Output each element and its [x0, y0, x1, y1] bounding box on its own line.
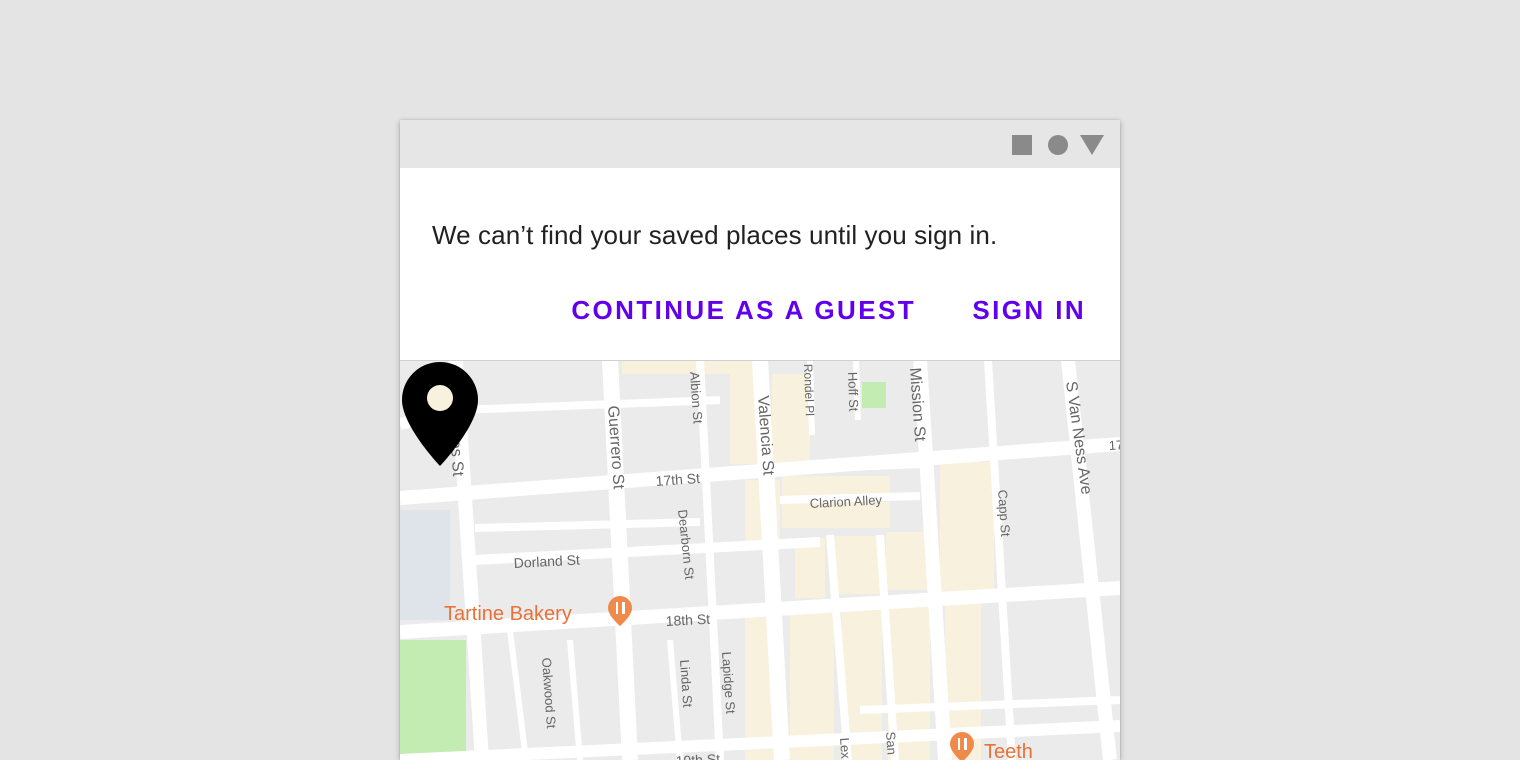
phone-screen: We can’t find your saved places until yo… [400, 120, 1120, 760]
label-rondel: Rondel Pl [801, 364, 817, 416]
triangle-icon [1080, 135, 1104, 155]
label-san: San [883, 731, 900, 755]
status-bar [400, 120, 1120, 168]
label-17-edge: 17 [1108, 437, 1120, 453]
sign-in-button[interactable]: SIGN IN [972, 286, 1086, 334]
label-lex: Lex [837, 737, 853, 759]
location-pin-icon[interactable] [400, 360, 480, 468]
banner-message: We can’t find your saved places until yo… [432, 220, 998, 250]
label-hoff: Hoff St [845, 372, 861, 412]
school-area [400, 510, 450, 620]
map-canvas: Dolores St Guerrero St Albion St Valenci… [400, 360, 1120, 760]
label-17th: 17th St [655, 470, 700, 489]
circle-icon [1048, 135, 1068, 155]
poi-teeth-label: Teeth [984, 741, 1033, 760]
map-view[interactable]: Dolores St Guerrero St Albion St Valenci… [400, 360, 1120, 760]
sign-in-banner: We can’t find your saved places until yo… [400, 168, 1120, 361]
label-18th: 18th St [665, 611, 710, 629]
label-19th: 19th St [675, 751, 720, 760]
continue-as-guest-button[interactable]: CONTINUE AS A GUEST [571, 286, 916, 334]
square-icon [1012, 135, 1032, 155]
poi-tartine-label: Tartine Bakery [444, 603, 572, 625]
